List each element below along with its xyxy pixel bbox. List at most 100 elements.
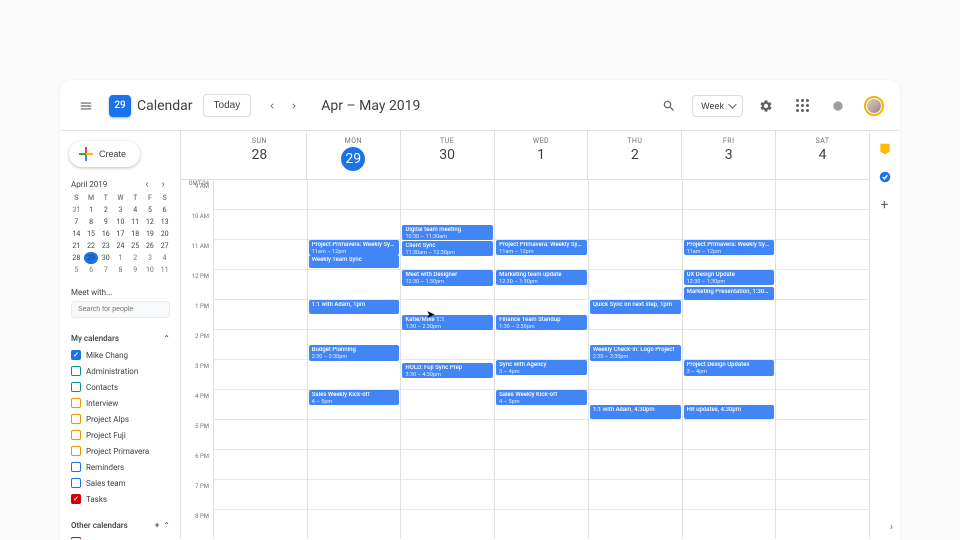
mini-day[interactable]: 12 bbox=[143, 216, 158, 228]
checkbox[interactable] bbox=[71, 366, 81, 376]
calendar-item[interactable]: Project Alps bbox=[71, 411, 170, 427]
mini-day[interactable]: 14 bbox=[69, 228, 84, 240]
mini-day[interactable]: 9 bbox=[98, 216, 113, 228]
mini-day[interactable]: 6 bbox=[157, 204, 172, 216]
calendar-event[interactable]: Project Design Updates3 – 4pm bbox=[684, 360, 775, 376]
mini-day[interactable]: 4 bbox=[128, 204, 143, 216]
calendar-event[interactable]: Sales Weekly Kick-off4 – 5pm bbox=[309, 390, 400, 405]
mini-day[interactable]: 16 bbox=[98, 228, 113, 240]
day-column[interactable]: Project Primavera: Weekly Sync11am – 12p… bbox=[682, 180, 776, 539]
mini-day[interactable]: 2 bbox=[128, 252, 143, 264]
mini-day[interactable]: 27 bbox=[157, 240, 172, 252]
mini-day[interactable]: 10 bbox=[113, 216, 128, 228]
calendar-item[interactable]: Adam Smith bbox=[71, 534, 170, 539]
mini-day[interactable]: 22 bbox=[84, 240, 99, 252]
tasks-icon[interactable] bbox=[878, 169, 892, 183]
notifications-button[interactable] bbox=[825, 93, 851, 119]
mini-day[interactable]: 11 bbox=[157, 264, 172, 276]
day-column[interactable] bbox=[213, 180, 307, 539]
mini-day[interactable]: 15 bbox=[84, 228, 99, 240]
calendar-event[interactable]: UX Design Update12:30 – 1:30pm bbox=[684, 270, 775, 285]
other-calendars-header[interactable]: Other calendars + ⌃ bbox=[71, 515, 170, 534]
mini-day[interactable]: 13 bbox=[157, 216, 172, 228]
mini-day[interactable]: 8 bbox=[84, 216, 99, 228]
mini-day[interactable]: 26 bbox=[143, 240, 158, 252]
calendar-event[interactable]: Project Primavera: Weekly Sync11am – 12p… bbox=[309, 240, 400, 255]
checkbox[interactable] bbox=[71, 430, 81, 440]
account-button[interactable] bbox=[861, 93, 887, 119]
checkbox[interactable] bbox=[71, 414, 81, 424]
mini-day[interactable]: 28 bbox=[69, 252, 84, 264]
apps-button[interactable] bbox=[789, 93, 815, 119]
mini-day[interactable]: 10 bbox=[143, 264, 158, 276]
calendar-event[interactable]: Marketing Presentation, 1:30pm bbox=[684, 287, 775, 300]
day-header[interactable]: TUE30 bbox=[400, 131, 494, 179]
mini-prev-month[interactable]: ‹ bbox=[140, 179, 154, 190]
day-column[interactable] bbox=[775, 180, 869, 539]
calendar-event[interactable]: HR updates, 4:30pm bbox=[684, 405, 775, 419]
mini-day[interactable]: 24 bbox=[113, 240, 128, 252]
checkbox[interactable] bbox=[71, 382, 81, 392]
day-header[interactable]: MON29 bbox=[306, 131, 400, 179]
mini-day[interactable]: 25 bbox=[128, 240, 143, 252]
calendar-event[interactable]: 1:1 with Adam, 4:30pm bbox=[590, 405, 681, 419]
calendar-event[interactable]: HOLD: Fuji Sync Prep3:30 – 4:30pm bbox=[402, 363, 493, 378]
checkbox[interactable] bbox=[71, 398, 81, 408]
day-header[interactable]: THU2 bbox=[587, 131, 681, 179]
add-addon-icon[interactable]: + bbox=[878, 197, 892, 211]
main-menu-button[interactable] bbox=[73, 93, 99, 119]
create-button[interactable]: Create bbox=[69, 141, 140, 167]
mini-day[interactable]: 1 bbox=[113, 252, 128, 264]
collapse-side-panel-button[interactable]: › bbox=[890, 522, 893, 533]
mini-day[interactable]: 6 bbox=[84, 264, 99, 276]
day-columns[interactable]: Project Primavera: Weekly Sync11am – 12p… bbox=[213, 180, 869, 539]
calendar-item[interactable]: Project Primavera bbox=[71, 443, 170, 459]
mini-day[interactable]: 29 bbox=[84, 252, 99, 264]
mini-day[interactable]: 23 bbox=[98, 240, 113, 252]
checkbox[interactable] bbox=[71, 350, 81, 360]
mini-day[interactable]: 19 bbox=[143, 228, 158, 240]
calendar-item[interactable]: Mike Chang bbox=[71, 347, 170, 363]
mini-day[interactable]: 7 bbox=[69, 216, 84, 228]
day-column[interactable]: Project Primavera: Weekly Sync11am – 12p… bbox=[307, 180, 401, 539]
grid-scroll[interactable]: GMT-049 AM10 AM11 AM12 PM1 PM2 PM3 PM4 P… bbox=[181, 180, 869, 539]
mini-day[interactable]: 2 bbox=[98, 204, 113, 216]
calendar-event[interactable]: Weekly Team Sync bbox=[309, 255, 400, 268]
calendar-event[interactable]: Project Primavera: Weekly Sync11am – 12p… bbox=[496, 240, 587, 255]
mini-calendar[interactable]: SMTWTFS311234567891011121314151617181920… bbox=[65, 192, 176, 282]
mini-day[interactable]: 21 bbox=[69, 240, 84, 252]
calendar-event[interactable]: 1:1 with Adam, 1pm bbox=[309, 300, 400, 314]
calendar-event[interactable]: Budget Planning2:30 – 3:30pm bbox=[309, 345, 400, 361]
mini-day[interactable]: 8 bbox=[113, 264, 128, 276]
calendar-item[interactable]: Sales team bbox=[71, 475, 170, 491]
calendar-event[interactable]: Quick Sync on next step, 1pm bbox=[590, 300, 681, 314]
day-column[interactable]: Quick Sync on next step, 1pm Weekly Check… bbox=[588, 180, 682, 539]
prev-period-button[interactable] bbox=[261, 93, 283, 119]
next-period-button[interactable] bbox=[283, 93, 305, 119]
search-button[interactable] bbox=[656, 93, 682, 119]
today-button[interactable]: Today bbox=[203, 94, 252, 117]
mini-day[interactable]: 5 bbox=[143, 204, 158, 216]
day-header[interactable]: SUN28 bbox=[213, 131, 306, 179]
calendar-event[interactable]: Sales Weekly Kick-off4 – 5pm bbox=[496, 390, 587, 405]
my-calendars-header[interactable]: My calendars ⌃ bbox=[71, 328, 170, 347]
calendar-event[interactable]: Sync with Agency3 – 4pm bbox=[496, 360, 587, 375]
calendar-event[interactable]: Meet with Designer12:30 – 1:30pm bbox=[402, 270, 493, 286]
calendar-item[interactable]: Project Fuji bbox=[71, 427, 170, 443]
mini-day[interactable]: 9 bbox=[128, 264, 143, 276]
day-header[interactable]: FRI3 bbox=[681, 131, 775, 179]
calendar-event[interactable]: Project Primavera: Weekly Sync11am – 12p… bbox=[684, 240, 775, 255]
calendar-event[interactable]: Weekly Check-in: Logo Project2:30 – 3:30… bbox=[590, 345, 681, 361]
calendar-item[interactable]: Tasks bbox=[71, 491, 170, 507]
mini-day[interactable]: 31 bbox=[69, 204, 84, 216]
settings-button[interactable] bbox=[753, 93, 779, 119]
mini-day[interactable]: 11 bbox=[128, 216, 143, 228]
mini-day[interactable]: 3 bbox=[143, 252, 158, 264]
day-header[interactable]: SAT4 bbox=[775, 131, 869, 179]
calendar-item[interactable]: Administration bbox=[71, 363, 170, 379]
calendar-event[interactable]: Client Sync11:30am – 12:30pm bbox=[402, 241, 493, 256]
mini-day[interactable]: 30 bbox=[98, 252, 113, 264]
day-column[interactable]: Digital team meeting10:30 – 11:30amClien… bbox=[400, 180, 494, 539]
mini-day[interactable]: 3 bbox=[113, 204, 128, 216]
calendar-event[interactable]: Digital team meeting10:30 – 11:30am bbox=[402, 225, 493, 240]
